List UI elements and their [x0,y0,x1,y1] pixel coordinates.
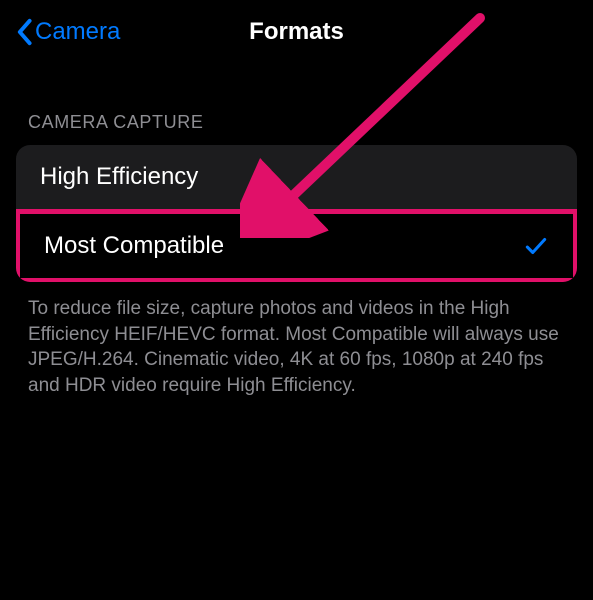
page-title: Formats [249,18,344,46]
chevron-left-icon [15,18,33,46]
back-label: Camera [35,18,120,46]
checkmark-icon [523,233,549,259]
option-label: High Efficiency [40,163,198,191]
back-button[interactable]: Camera [15,18,120,46]
section-header-camera-capture: CAMERA CAPTURE [16,112,577,133]
option-high-efficiency[interactable]: High Efficiency [16,145,577,209]
option-label: Most Compatible [44,232,224,260]
format-options-group: High Efficiency Most Compatible [16,145,577,282]
section-footer-text: To reduce file size, capture photos and … [16,282,577,399]
option-most-compatible[interactable]: Most Compatible [16,209,577,282]
